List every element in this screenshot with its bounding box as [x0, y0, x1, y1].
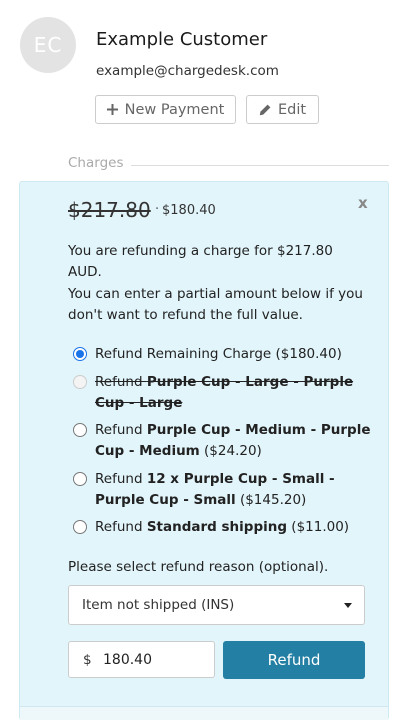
original-amount: $217.80: [68, 198, 151, 222]
radio-button[interactable]: [73, 347, 87, 361]
edit-label: Edit: [277, 101, 307, 118]
new-payment-button[interactable]: New Payment: [95, 95, 236, 124]
refund-reason-select[interactable]: Item not shipped (INS): [68, 585, 365, 625]
close-icon[interactable]: x: [358, 194, 368, 212]
refund-amount-value: 180.40: [103, 651, 152, 668]
panel-footer: [20, 706, 388, 720]
refund-panel: $217.80 · $180.40 x You are refunding a …: [19, 181, 389, 720]
charges-section-label: Charges: [68, 155, 124, 171]
radio-button[interactable]: [73, 520, 87, 534]
refund-option-medium-cup[interactable]: Refund Purple Cup - Medium - Purple Cup …: [68, 420, 378, 462]
refund-reason-label: Please select refund reason (optional).: [68, 559, 329, 575]
remaining-amount: $180.40: [162, 203, 216, 218]
customer-email: example@chargedesk.com: [96, 63, 279, 79]
radio-button: [73, 375, 87, 389]
refund-reason-value: Item not shipped (INS): [82, 597, 235, 613]
refund-option-label: Refund Purple Cup - Large - Purple Cup -…: [95, 374, 354, 411]
refund-message: You are refunding a charge for $217.80 A…: [68, 243, 333, 280]
refund-option-label: Refund Standard shipping ($11.00): [95, 519, 350, 535]
pencil-icon: [259, 104, 271, 116]
refund-option-shipping[interactable]: Refund Standard shipping ($11.00): [68, 517, 378, 538]
avatar: EC: [20, 17, 76, 73]
edit-button[interactable]: Edit: [246, 95, 319, 124]
amount-separator: ·: [155, 202, 160, 217]
refund-option-small-cup[interactable]: Refund 12 x Purple Cup - Small - Purple …: [68, 469, 378, 511]
caret-down-icon: [344, 603, 352, 608]
refund-option-label: Refund 12 x Purple Cup - Small - Purple …: [95, 471, 335, 508]
section-divider: [131, 165, 389, 166]
refund-option-label: Refund Purple Cup - Medium - Purple Cup …: [95, 422, 371, 459]
new-payment-label: New Payment: [124, 101, 225, 118]
refund-amount-input[interactable]: $ 180.40: [68, 641, 215, 678]
radio-button[interactable]: [73, 423, 87, 437]
currency-symbol: $: [83, 651, 92, 668]
refund-button[interactable]: Refund: [223, 641, 365, 679]
customer-header: EC Example Customer example@chargedesk.c…: [0, 0, 405, 140]
refund-option-remaining[interactable]: Refund Remaining Charge ($180.40): [68, 344, 378, 365]
plus-icon: [106, 104, 118, 115]
refund-option-label: Refund Remaining Charge ($180.40): [95, 346, 342, 362]
customer-name: Example Customer: [96, 29, 268, 50]
partial-refund-message: You can enter a partial amount below if …: [68, 286, 363, 323]
radio-button[interactable]: [73, 472, 87, 486]
refund-option-large-cup: Refund Purple Cup - Large - Purple Cup -…: [68, 372, 378, 414]
